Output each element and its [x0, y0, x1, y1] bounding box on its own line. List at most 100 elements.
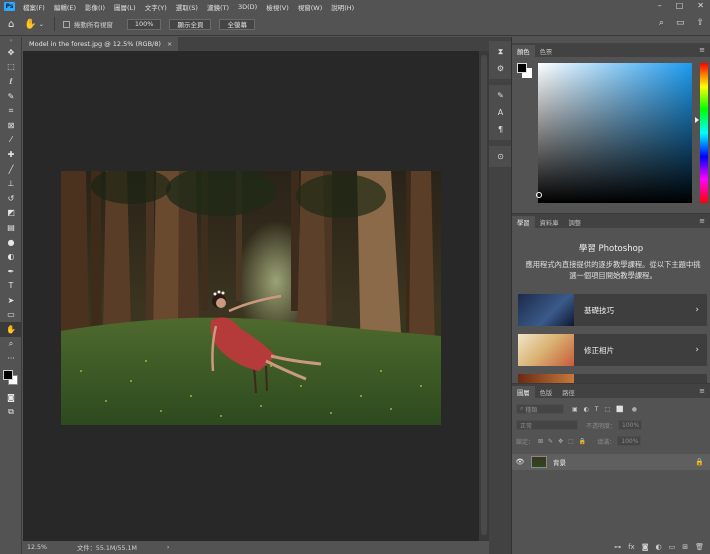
tab-swatches[interactable]: 色票	[535, 45, 558, 57]
paragraph-panel-icon[interactable]: ¶	[489, 121, 512, 138]
layer-style-icon[interactable]: fx	[628, 543, 635, 551]
opacity-field[interactable]: 100%	[618, 420, 643, 430]
lasso-tool-icon[interactable]: ℓ	[0, 74, 22, 89]
menu-type[interactable]: 文字(Y)	[145, 2, 167, 12]
character-panel-icon[interactable]: A	[489, 104, 512, 121]
color-picker-field[interactable]	[538, 63, 692, 203]
new-layer-icon[interactable]: ⊞	[682, 543, 688, 551]
fill-field[interactable]: 100%	[617, 436, 642, 446]
panel-menu-icon[interactable]: ≡	[699, 217, 705, 225]
home-icon[interactable]: ⌂	[8, 19, 14, 30]
menu-help[interactable]: 說明(H)	[331, 2, 354, 12]
menu-3d[interactable]: 3D(D)	[238, 3, 257, 11]
visibility-eye-icon[interactable]: 👁	[512, 458, 528, 466]
hand-tool-active-icon[interactable]: ✋	[0, 322, 22, 337]
dodge-tool-icon[interactable]: ◐	[0, 249, 22, 264]
hue-slider[interactable]	[700, 63, 708, 203]
zoom-100-button[interactable]: 100%	[126, 18, 162, 30]
color-swatches[interactable]	[0, 366, 22, 390]
layer-thumbnail	[531, 456, 547, 468]
panel-menu-icon[interactable]: ≡	[699, 46, 705, 54]
status-menu-arrow[interactable]: ›	[167, 544, 170, 551]
move-tool-icon[interactable]: ✥	[0, 45, 22, 60]
minimize-icon[interactable]: –	[658, 1, 662, 10]
chevron-down-icon[interactable]: ⌄	[39, 21, 44, 28]
clone-stamp-tool-icon[interactable]: ⊥	[0, 176, 22, 191]
quick-mask-icon[interactable]: ◙	[0, 390, 22, 405]
layer-row-background[interactable]: 👁 背景 🔒	[512, 454, 710, 470]
type-tool-icon[interactable]: T	[0, 279, 22, 294]
tab-learn[interactable]: 學習	[512, 216, 535, 228]
menu-view[interactable]: 檢視(V)	[266, 2, 289, 12]
hue-slider-arrow[interactable]	[695, 117, 699, 123]
rectangle-tool-icon[interactable]: ▭	[0, 308, 22, 323]
tab-channels[interactable]: 色版	[535, 386, 558, 398]
status-zoom[interactable]: 12.5%	[27, 544, 63, 551]
menu-select[interactable]: 選取(S)	[176, 2, 198, 12]
screen-mode-icon[interactable]: ⧉	[0, 405, 22, 420]
brush-settings-panel-icon[interactable]: ✎	[489, 87, 512, 104]
close-document-icon[interactable]: ×	[167, 40, 172, 48]
add-mask-icon[interactable]: ◙	[642, 543, 649, 551]
link-layers-icon[interactable]: ⊶	[614, 543, 621, 551]
share-icon[interactable]: ⇪	[696, 18, 704, 28]
menu-image[interactable]: 影像(I)	[85, 2, 105, 12]
hand-tool-icon[interactable]: ✋	[24, 19, 36, 30]
properties-panel-icon[interactable]: ⚙	[489, 60, 512, 77]
forest-photo[interactable]	[61, 171, 441, 425]
menu-layer[interactable]: 圖層(L)	[114, 2, 136, 12]
lock-icons[interactable]: ⊠✎✥⬚🔒	[538, 438, 591, 445]
delete-layer-icon[interactable]: 🗑	[695, 543, 704, 551]
path-selection-tool-icon[interactable]: ➤	[0, 293, 22, 308]
adjustment-layer-icon[interactable]: ◐	[656, 543, 662, 551]
color-picker-marker[interactable]	[536, 192, 542, 198]
color-panel-foreground-swatch[interactable]	[517, 63, 527, 73]
blur-tool-icon[interactable]: ●	[0, 235, 22, 250]
close-icon[interactable]: ✕	[697, 1, 704, 10]
history-brush-tool-icon[interactable]: ↺	[0, 191, 22, 206]
fit-screen-button[interactable]: 顯示全頁	[169, 18, 212, 30]
healing-brush-tool-icon[interactable]: ✚	[0, 147, 22, 162]
menu-edit[interactable]: 編輯(E)	[54, 2, 76, 12]
filter-toggle-icon[interactable]: ●	[632, 406, 637, 413]
crop-tool-icon[interactable]: ⌗	[0, 103, 22, 118]
gradient-tool-icon[interactable]: ▤	[0, 220, 22, 235]
eraser-tool-icon[interactable]: ◩	[0, 206, 22, 221]
zoom-tool-icon[interactable]: ⌕	[0, 337, 22, 352]
panel-menu-icon[interactable]: ≡	[699, 387, 705, 395]
navigator-panel-icon[interactable]: ⊙	[489, 148, 512, 165]
menu-file[interactable]: 檔案(F)	[23, 2, 45, 12]
quick-selection-tool-icon[interactable]: ✎	[0, 89, 22, 104]
tab-color[interactable]: 顏色	[512, 45, 535, 57]
document-tab[interactable]: Model in the forest.jpg @ 12.5% (RGB/8) …	[23, 37, 179, 51]
tab-layers[interactable]: 圖層	[512, 386, 535, 398]
maximize-icon[interactable]: □	[676, 1, 684, 10]
workspace-icon[interactable]: ▭	[676, 18, 685, 28]
menu-window[interactable]: 視窗(W)	[298, 2, 323, 12]
new-group-icon[interactable]: ▭	[669, 543, 676, 551]
search-icon[interactable]: ⌕	[659, 18, 664, 28]
blend-mode-select[interactable]: 正常	[516, 420, 578, 430]
collapse-toolbox-icon[interactable]: »	[0, 37, 22, 45]
marquee-tool-icon[interactable]: ⬚	[0, 60, 22, 75]
foreground-color-swatch[interactable]	[3, 370, 13, 381]
fill-screen-button[interactable]: 全螢幕	[219, 18, 255, 30]
brush-tool-icon[interactable]: ╱	[0, 162, 22, 177]
scroll-all-windows-checkbox[interactable]	[62, 20, 70, 28]
tab-paths[interactable]: 路徑	[557, 386, 580, 398]
scrollbar-thumb[interactable]	[481, 55, 487, 535]
menu-filter[interactable]: 濾鏡(T)	[207, 2, 229, 12]
eyedropper-tool-icon[interactable]: ⁄	[0, 133, 22, 148]
more-tools-icon[interactable]: ···	[0, 351, 22, 366]
vertical-scrollbar[interactable]	[479, 51, 489, 541]
history-panel-icon[interactable]: ⧗	[489, 43, 512, 60]
pen-tool-icon[interactable]: ✒	[0, 264, 22, 279]
tab-adjustments[interactable]: 調整	[563, 216, 586, 228]
layer-lock-icon[interactable]: 🔒	[695, 458, 704, 466]
tab-libraries[interactable]: 資料庫	[535, 216, 564, 228]
frame-tool-icon[interactable]: ⊠	[0, 118, 22, 133]
learn-card-fix-photo[interactable]: 修正相片 ›	[518, 334, 707, 366]
layer-filter-select[interactable]: ⌕ 種類	[516, 404, 564, 414]
learn-card-basics[interactable]: 基礎技巧 ›	[518, 294, 707, 326]
layer-filter-icons[interactable]: ▣◐T⬚⬜	[572, 406, 630, 413]
